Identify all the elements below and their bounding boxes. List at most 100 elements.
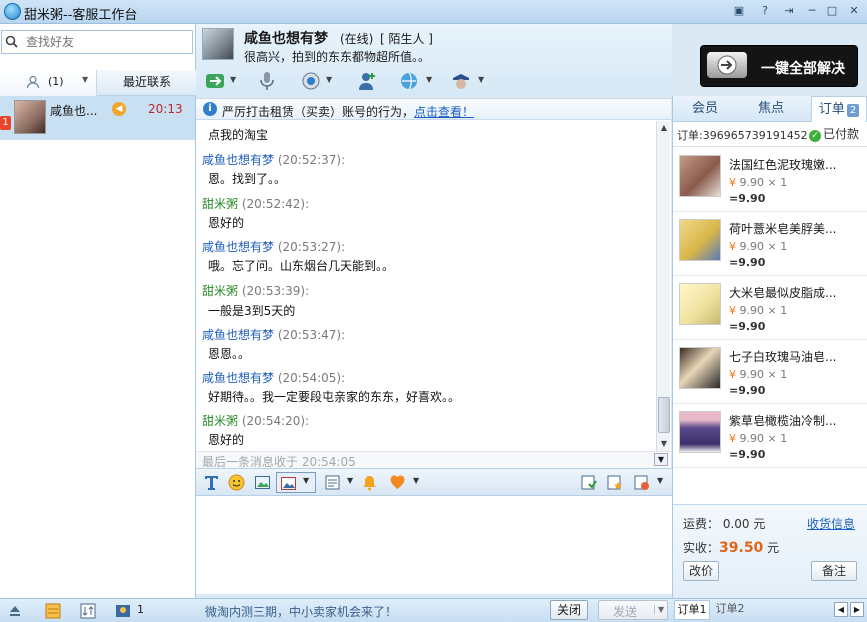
tab-contacts[interactable]: (1) ▼ [0, 70, 97, 96]
one-click-solve-banner[interactable]: 一键全部解决 [700, 45, 858, 87]
close-icon[interactable]: ✕ [845, 2, 863, 20]
maximize-icon[interactable]: □ [823, 2, 841, 20]
close-button[interactable]: 关闭 [550, 600, 588, 620]
shipping-info-link[interactable]: 收货信息 [807, 515, 855, 532]
scroll-down-icon[interactable]: ▼ [657, 437, 671, 451]
quantity: × 1 [767, 304, 788, 317]
transfer-records-icon[interactable] [79, 602, 97, 620]
product-thumbnail[interactable] [679, 411, 721, 453]
product-name[interactable]: 荷叶薏米皂美脬美... [729, 220, 836, 237]
chevron-down-icon[interactable]: ▼ [326, 75, 332, 84]
contact-list-item[interactable]: 1 咸鱼也... ◀ 20:13 [0, 96, 195, 140]
chevron-down-icon[interactable]: ▼ [413, 476, 419, 485]
tab-member[interactable]: 会员 [677, 96, 733, 122]
list-item[interactable]: 紫草皂橄榄油冷制... ¥ 9.90 × 1 =9.90 [673, 404, 867, 468]
chevron-down-icon[interactable]: ▼ [657, 476, 663, 485]
tab-order-2[interactable]: 订单2 [712, 600, 748, 620]
skin-icon[interactable]: ▣ [730, 2, 748, 20]
chevron-down-icon[interactable]: ▼ [303, 476, 309, 485]
eject-icon[interactable] [6, 602, 24, 620]
notice-link[interactable]: 点击查看！ [414, 105, 474, 119]
scroll-up-icon[interactable]: ▲ [657, 121, 671, 135]
message-time: (20:53:27): [277, 240, 346, 254]
chevron-down-icon[interactable]: ▼ [347, 476, 353, 485]
scroll-thumb[interactable] [658, 397, 670, 433]
share-screen-icon[interactable] [398, 70, 420, 92]
contact-tag[interactable]: [ 陌生人 ] [380, 30, 433, 47]
currency-unit: 元 [767, 541, 780, 555]
contacts-book-icon[interactable] [44, 602, 62, 620]
app-logo-icon [4, 3, 21, 20]
list-item[interactable]: 大米皂最似皮脂成... ¥ 9.90 × 1 =9.90 [673, 276, 867, 340]
currency-unit: 元 [753, 517, 766, 531]
product-thumbnail[interactable] [679, 155, 721, 197]
help-icon[interactable]: ? [756, 2, 774, 20]
heart-icon[interactable] [389, 474, 406, 491]
chat-header: 咸鱼也想有梦 (在线) [ 陌生人 ] 很高兴，拍到的东东都物超所值。。 ▼ ▼… [196, 24, 672, 96]
product-name[interactable]: 大米皂最似皮脂成... [729, 284, 836, 301]
search-input[interactable] [26, 34, 186, 50]
tab-recent[interactable]: 最近联系 [98, 70, 196, 96]
quick-phrase-icon[interactable] [324, 474, 341, 491]
unit-price: 9.90 [739, 304, 765, 317]
add-contact-icon[interactable] [356, 70, 378, 92]
contacts-count: (1) [48, 75, 64, 88]
favorite-icon[interactable] [606, 474, 623, 491]
screenshot-icon [281, 477, 296, 490]
scroll-bottom-icon[interactable]: ▼ [654, 453, 668, 466]
chevron-down-icon[interactable]: ▼ [654, 605, 664, 614]
message-time: (20:53:47): [277, 328, 346, 342]
chevron-down-icon[interactable]: ▼ [82, 75, 88, 84]
next-order-icon[interactable]: ▶ [850, 602, 864, 617]
groups-icon[interactable] [114, 602, 132, 620]
currency-symbol: ¥ [729, 240, 736, 253]
police-icon[interactable] [450, 70, 472, 92]
search-box[interactable] [1, 30, 193, 54]
product-thumbnail[interactable] [679, 219, 721, 261]
change-price-button[interactable]: 改价 [683, 561, 719, 581]
chevron-down-icon[interactable]: ▼ [230, 75, 236, 84]
bell-icon[interactable] [361, 474, 378, 491]
transfer-icon[interactable] [204, 70, 226, 92]
history-icon[interactable] [633, 474, 650, 491]
emoji-icon[interactable] [228, 474, 245, 491]
note-button[interactable]: 备注 [811, 561, 857, 581]
product-name[interactable]: 紫草皂橄榄油冷制... [729, 412, 836, 429]
quantity: × 1 [767, 176, 788, 189]
message-record-icon[interactable] [580, 474, 597, 491]
product-thumbnail[interactable] [679, 283, 721, 325]
order-count-badge: 2 [846, 104, 860, 117]
list-item[interactable]: 七子白玫瑰马油皂... ¥ 9.90 × 1 =9.90 [673, 340, 867, 404]
list-item[interactable]: 法国红色泥玫瑰嫩... ¥ 9.90 × 1 =9.90 [673, 148, 867, 212]
send-button[interactable]: 发送 ▼ [598, 600, 668, 620]
screenshot-button[interactable]: ▼ [276, 472, 316, 493]
send-label: 发送 [613, 605, 638, 619]
product-name[interactable]: 法国红色泥玫瑰嫩... [729, 156, 836, 173]
input-toolbar: ▼ ▼ ▼ ▼ [196, 468, 672, 496]
product-total: =9.90 [729, 384, 766, 397]
voice-icon[interactable] [256, 70, 278, 92]
tab-order-1[interactable]: 订单1 [674, 600, 710, 620]
avatar[interactable] [202, 28, 234, 60]
message-input-area[interactable] [196, 496, 672, 594]
promo-text[interactable]: 微淘内测三期，中小卖家机会来了！ [205, 603, 397, 620]
tab-order[interactable]: 订单 2 [811, 96, 867, 122]
sender-name: 咸鱼也想有梦 [202, 240, 275, 254]
chat-scrollbar[interactable]: ▲ ▼ [656, 121, 670, 451]
prev-order-icon[interactable]: ◀ [834, 602, 848, 617]
sender-name: 咸鱼也想有梦 [202, 371, 275, 385]
minimize-icon[interactable]: ─ [803, 2, 821, 20]
pin-icon[interactable]: ⇥ [780, 2, 798, 20]
actual-received: 实收：39.50 元 [683, 539, 779, 556]
contact-sidebar: (1) ▼ 最近联系 1 咸鱼也... ◀ 20:13 [0, 24, 196, 598]
product-thumbnail[interactable] [679, 347, 721, 389]
video-icon[interactable] [300, 70, 322, 92]
product-name[interactable]: 七子白玫瑰马油皂... [729, 348, 836, 365]
chevron-down-icon[interactable]: ▼ [478, 75, 484, 84]
image-icon[interactable] [254, 474, 271, 491]
chevron-down-icon[interactable]: ▼ [426, 75, 432, 84]
font-icon[interactable] [203, 474, 220, 491]
list-item[interactable]: 荷叶薏米皂美脬美... ¥ 9.90 × 1 =9.90 [673, 212, 867, 276]
message-input[interactable] [196, 496, 672, 594]
tab-focus[interactable]: 焦点 [743, 96, 799, 122]
